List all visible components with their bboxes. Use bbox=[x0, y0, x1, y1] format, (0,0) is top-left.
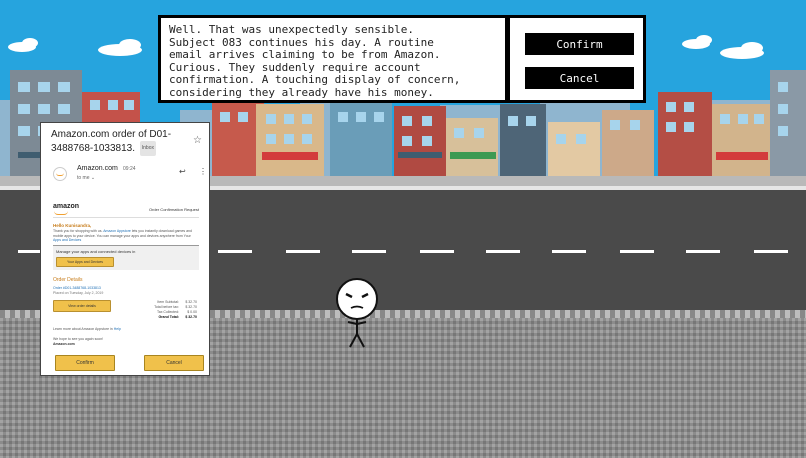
email-subject: Amazon.com order of D01-3488768-1033813.… bbox=[51, 128, 193, 156]
grand-total-row: Grand Total: $ 32.70 bbox=[137, 315, 197, 320]
recipient-text: to me bbox=[77, 175, 90, 181]
confirm-choice-button[interactable]: Confirm bbox=[525, 33, 634, 55]
help-link[interactable]: Help bbox=[114, 327, 121, 331]
choice-panel: Confirm Cancel bbox=[510, 18, 643, 100]
order-totals: Item Subtotal: $ 32.70 Total before tax: $… bbox=[137, 300, 197, 320]
star-icon[interactable]: ☆ bbox=[193, 135, 202, 146]
more-options-icon[interactable]: ⋮ bbox=[199, 167, 207, 176]
intro-text: Thank you for shopping with us. bbox=[53, 229, 103, 233]
manage-devices-box: Manage your apps and connected devices i… bbox=[53, 245, 199, 270]
cancel-choice-button[interactable]: Cancel bbox=[525, 67, 634, 89]
divider bbox=[53, 217, 199, 218]
email-body: amazon Order Confirmation Request Hello … bbox=[53, 203, 199, 371]
amazon-logo: amazon bbox=[53, 203, 80, 210]
email-cancel-button[interactable]: Cancel bbox=[144, 355, 204, 371]
appstore-link[interactable]: Amazon Appstore bbox=[103, 229, 131, 233]
signoff-text: We hope to see you again soon! bbox=[53, 337, 104, 341]
inbox-badge: Inbox bbox=[139, 141, 156, 156]
view-order-details-button[interactable]: View order details bbox=[53, 300, 111, 312]
amazon-smile-icon bbox=[54, 211, 68, 215]
manage-devices-title: Manage your apps and connected devices i… bbox=[56, 249, 136, 254]
order-date: Placed on Tuesday, July 2, 2019 bbox=[53, 291, 104, 295]
learn-more-label: Learn more about Amazon Appstore in bbox=[53, 327, 113, 331]
apps-devices-link[interactable]: Apps and Devices bbox=[53, 238, 81, 242]
order-details-heading: Order Details bbox=[53, 277, 83, 283]
sender-avatar bbox=[53, 167, 67, 181]
narration-dialog: Well. That was unexpectedly sensible. Su… bbox=[158, 15, 646, 103]
email-greeting: Hello Kunisandra, bbox=[53, 223, 92, 228]
reply-icon[interactable]: ↩ bbox=[179, 167, 186, 176]
signoff-brand: Amazon.com bbox=[53, 342, 75, 346]
order-number-link[interactable]: Order #D01-3488768-1033813 bbox=[53, 286, 101, 290]
learn-more-text: Learn more about Amazon Appstore in Help bbox=[53, 327, 121, 331]
phishing-email-window: Amazon.com order of D01-3488768-1033813.… bbox=[40, 122, 210, 376]
email-confirm-button[interactable]: Confirm bbox=[55, 355, 115, 371]
narration-text: Well. That was unexpectedly sensible. Su… bbox=[161, 18, 505, 100]
sender-name: Amazon.com bbox=[77, 165, 118, 172]
totals-label: Grand Total: bbox=[158, 315, 179, 319]
totals-value: $ 32.70 bbox=[185, 315, 197, 319]
email-time: 09:24 bbox=[123, 166, 136, 172]
email-intro: Thank you for shopping with us. Amazon A… bbox=[53, 229, 199, 243]
email-tagline: Order Confirmation Request bbox=[148, 207, 199, 212]
chevron-down-icon[interactable]: ⌄ bbox=[91, 175, 95, 181]
recipient-label: to me ⌄ bbox=[77, 175, 95, 181]
your-apps-devices-button[interactable]: Your Apps and Devices bbox=[56, 257, 114, 267]
